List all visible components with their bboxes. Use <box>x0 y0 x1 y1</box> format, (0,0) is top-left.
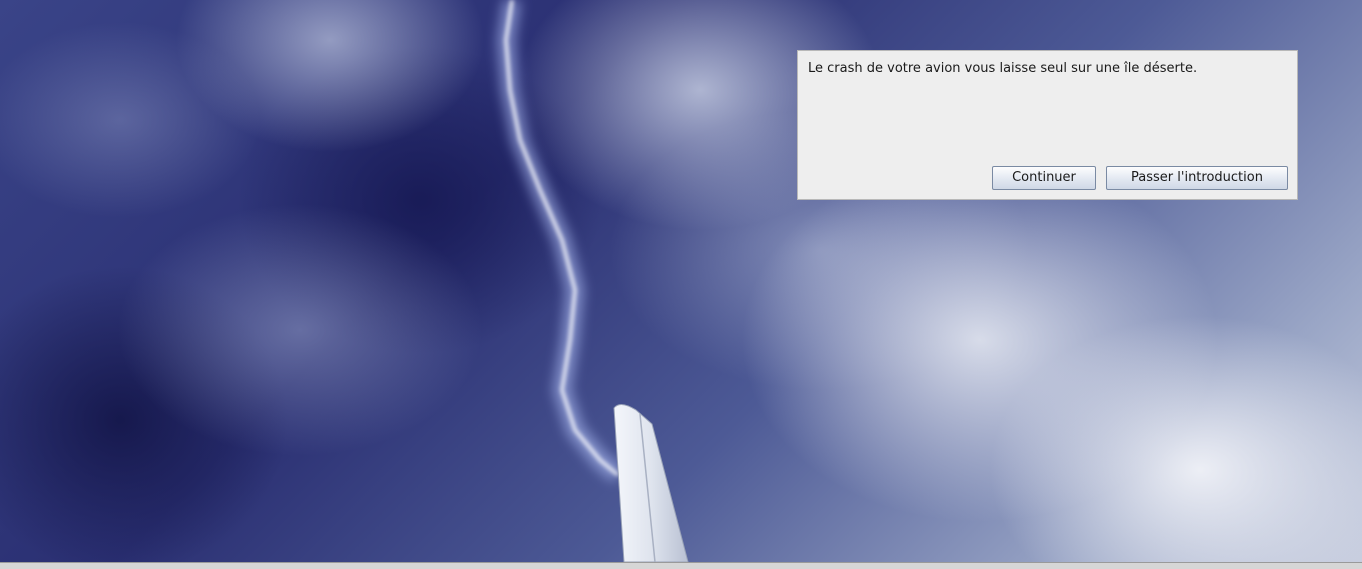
intro-dialog: Le crash de votre avion vous laisse seul… <box>797 50 1298 200</box>
continue-button[interactable]: Continuer <box>992 166 1096 190</box>
plane-wing <box>613 404 689 563</box>
skip-intro-button[interactable]: Passer l'introduction <box>1106 166 1288 190</box>
intro-message: Le crash de votre avion vous laisse seul… <box>808 61 1198 76</box>
